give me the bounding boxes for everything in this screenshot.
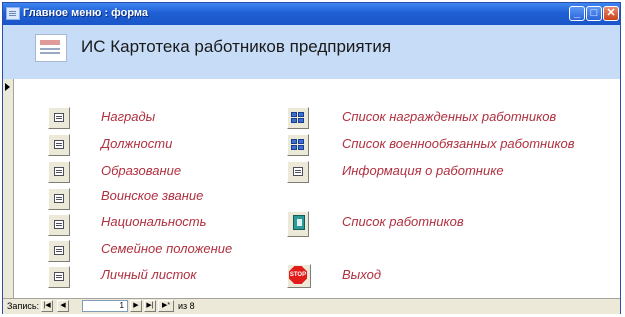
informaciya-o-rabotnike-label[interactable]: Информация о работнике [342,163,504,178]
form-icon [54,140,64,149]
form-icon [54,220,64,229]
exit-button[interactable]: STOP [287,264,311,288]
obrazovanie-label[interactable]: Образование [101,163,181,178]
window-title: Главное меню : форма [23,7,149,19]
semeinoe-polozhenie-button[interactable] [48,240,70,262]
title-bar[interactable]: Главное меню : форма _ □ ✕ [3,3,620,25]
informaciya-o-rabotnike-button[interactable] [287,161,309,183]
first-record-button[interactable]: |◀ [41,300,53,312]
form-icon [54,194,64,203]
next-record-button[interactable]: ▶ [130,300,142,312]
record-navigation-bar: Запись: |◀ ◀ 1 ▶ ▶| ▶* из 8 [3,298,620,314]
stop-icon: STOP [289,266,307,284]
form-icon [54,167,64,176]
lichnyi-listok-label[interactable]: Личный листок [101,267,197,282]
record-count: из 8 [178,301,195,311]
form-icon [54,272,64,281]
last-record-button[interactable]: ▶| [144,300,156,312]
record-selector[interactable] [3,79,14,298]
record-label: Запись: [7,301,40,311]
form-window: Главное меню : форма _ □ ✕ ИС Картотека … [2,2,621,314]
lichnyi-listok-button[interactable] [48,266,70,288]
semeinoe-polozhenie-label[interactable]: Семейное положение [101,241,232,256]
voinskoe-zvanie-button[interactable] [48,188,70,210]
report-icon [291,139,306,151]
nacionalnost-label[interactable]: Национальность [101,214,206,229]
switchboard-icon [35,34,67,62]
dolzhnosti-label[interactable]: Должности [101,136,172,151]
nacionalnost-button[interactable] [48,214,70,236]
obrazovanie-button[interactable] [48,161,70,183]
spisok-nagrazhdennyh-label[interactable]: Список награжденных работников [342,109,556,124]
spisok-voennoobyazannyh-button[interactable] [287,134,309,156]
close-button[interactable]: ✕ [603,6,619,21]
current-record-arrow-icon [5,83,10,91]
book-icon [293,215,305,230]
page-title: ИС Картотека работников предприятия [81,37,392,56]
nagrady-button[interactable] [48,107,70,129]
previous-record-button[interactable]: ◀ [57,300,69,312]
dolzhnosti-button[interactable] [48,134,70,156]
maximize-button[interactable]: □ [586,6,602,21]
current-record-field[interactable]: 1 [82,300,128,312]
new-record-button[interactable]: ▶* [158,300,174,312]
minimize-button[interactable]: _ [569,6,585,21]
exit-label[interactable]: Выход [342,267,381,282]
spisok-rabotnikov-button[interactable] [287,211,309,237]
form-icon [54,113,64,122]
spisok-rabotnikov-label[interactable]: Список работников [342,214,464,229]
form-icon [54,246,64,255]
nagrady-label[interactable]: Награды [101,109,155,124]
form-window-icon [6,7,20,20]
spisok-nagrazhdennyh-button[interactable] [287,107,309,129]
spisok-voennoobyazannyh-label[interactable]: Список военнообязанных работников [342,136,575,151]
form-icon [293,167,303,176]
form-header: ИС Картотека работников предприятия [3,25,620,79]
voinskoe-zvanie-label[interactable]: Воинское звание [101,188,203,203]
report-icon [291,112,306,124]
